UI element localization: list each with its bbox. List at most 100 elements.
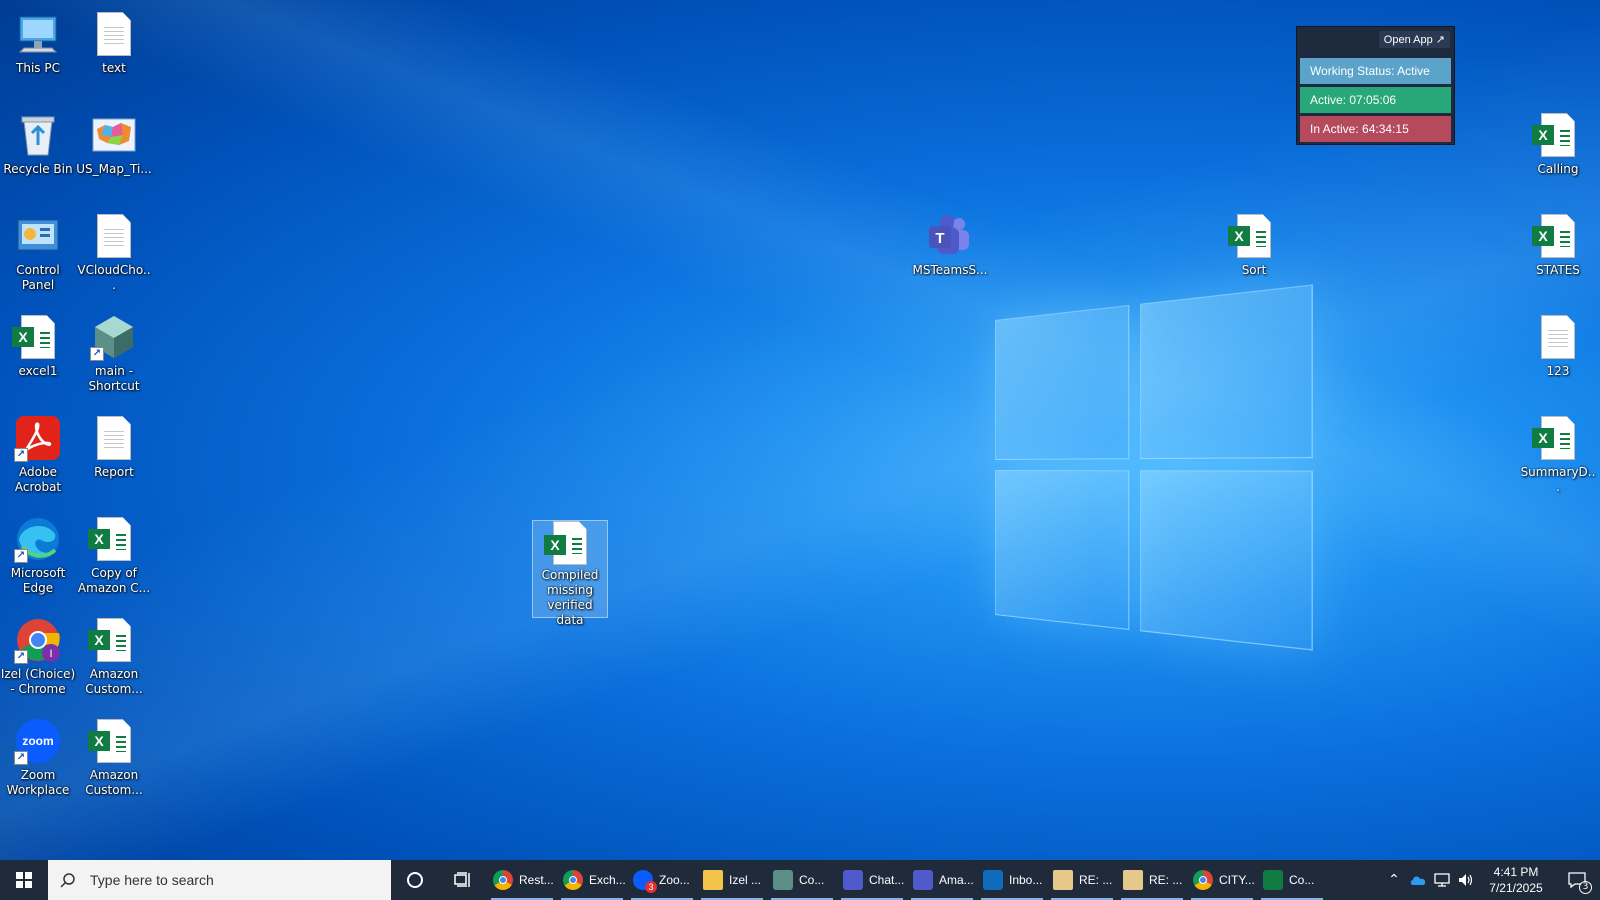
shortcut-arrow-icon: ↗	[14, 650, 28, 664]
desktop-icon-main-shortcut[interactable]: ↗ main - Shortcut	[76, 313, 152, 394]
taskbar-app-excel-co[interactable]: Co...	[1257, 860, 1327, 900]
desktop-icon-sort[interactable]: X Sort	[1216, 212, 1292, 278]
acrobat-icon: ↗	[14, 414, 62, 462]
desktop-icon-123[interactable]: 123	[1520, 313, 1596, 379]
open-app-button[interactable]: Open App ↗	[1378, 31, 1450, 48]
recycle-bin-icon	[14, 111, 62, 159]
excel-file-icon: X	[88, 616, 138, 664]
edge-icon: ↗	[14, 515, 62, 563]
mail-icon	[1053, 870, 1073, 890]
network-icon[interactable]	[1430, 860, 1454, 900]
taskbar-app-zoom[interactable]: 3 Zoo...	[627, 860, 697, 900]
volume-icon[interactable]	[1454, 860, 1478, 900]
desktop-icon-vcloud[interactable]: VCloudCho...	[76, 212, 152, 293]
taskbar-app-outlook-inbox[interactable]: Inbo...	[977, 860, 1047, 900]
desktop-icon-copy-of-amazon[interactable]: X Copy of Amazon C...	[76, 515, 152, 596]
desktop-icon-excel1[interactable]: X excel1	[0, 313, 76, 379]
working-status-row: Working Status: Active	[1300, 58, 1451, 84]
shortcut-arrow-icon: ↗	[14, 549, 28, 563]
excel-file-icon: X	[12, 313, 62, 361]
taskbar-app-co-1[interactable]: Co...	[767, 860, 837, 900]
zoom-badge: 3	[645, 881, 657, 893]
desktop-icon-adobe-acrobat[interactable]: ↗ Adobe Acrobat	[0, 414, 76, 495]
chrome-icon	[563, 870, 583, 890]
computer-icon	[14, 10, 62, 58]
desktop-icon-calling[interactable]: X Calling	[1520, 111, 1596, 177]
desktop-icon-text[interactable]: text	[76, 10, 152, 76]
taskbar-app-chrome-rest[interactable]: Rest...	[487, 860, 557, 900]
excel-file-icon: X	[88, 515, 138, 563]
desktop-icon-this-pc[interactable]: This PC	[0, 10, 76, 76]
text-file-icon	[1534, 313, 1582, 361]
desktop-icon-report[interactable]: Report	[76, 414, 152, 480]
desktop-icon-chrome-izel[interactable]: I ↗ Izel (Choice) - Chrome	[0, 616, 76, 697]
task-view-icon	[454, 872, 470, 887]
teams-icon	[843, 870, 863, 890]
text-file-icon	[90, 414, 138, 462]
cortana-button[interactable]	[391, 860, 439, 900]
taskbar-app-mail-re-2[interactable]: RE: ...	[1117, 860, 1187, 900]
desktop-icon-recycle-bin[interactable]: Recycle Bin	[0, 111, 76, 177]
desktop-icon-states[interactable]: X STATES	[1520, 212, 1596, 278]
excel-file-icon: X	[1532, 212, 1582, 260]
excel-file-icon: X	[1532, 414, 1582, 462]
text-file-icon	[90, 212, 138, 260]
windows-start-icon	[16, 872, 32, 888]
desktop-icon-control-panel[interactable]: Control Panel	[0, 212, 76, 293]
text-file-icon	[90, 10, 138, 58]
taskbar-app-teams-chat[interactable]: Chat...	[837, 860, 907, 900]
inactive-time-row: In Active: 64:34:15	[1300, 116, 1451, 142]
time-tracker-widget: Open App ↗ Working Status: Active Active…	[1296, 26, 1455, 145]
taskbar-app-folder-izel[interactable]: Izel ...	[697, 860, 767, 900]
teams-icon	[913, 870, 933, 890]
outlook-icon	[983, 870, 1003, 890]
start-button[interactable]	[0, 860, 48, 900]
desktop-icon-compiled-missing[interactable]: X Compiled missing verified data	[532, 520, 608, 627]
task-view-button[interactable]	[439, 860, 487, 900]
excel-icon	[1263, 870, 1283, 890]
svg-text:I: I	[49, 648, 52, 660]
taskbar-app-mail-re-1[interactable]: RE: ...	[1047, 860, 1117, 900]
search-icon	[60, 873, 75, 888]
control-panel-icon	[14, 212, 62, 260]
app-icon	[773, 870, 793, 890]
desktop-icon-amazon-custom-1[interactable]: X Amazon Custom...	[76, 616, 152, 697]
mail-icon	[1123, 870, 1143, 890]
folder-icon	[703, 870, 723, 890]
chrome-icon	[493, 870, 513, 890]
search-placeholder: Type here to search	[90, 872, 214, 888]
excel-file-icon: X	[1532, 111, 1582, 159]
map-image-icon	[90, 111, 138, 159]
desktop-icon-msteams[interactable]: T MSTeamsS...	[912, 212, 988, 278]
windows-logo-wallpaper	[995, 284, 1313, 651]
notification-count-badge: 3	[1579, 881, 1592, 894]
system-tray: ⌃ 4:41 PM 7/21/2025 3	[1382, 860, 1600, 900]
onedrive-cloud-icon[interactable]	[1406, 860, 1430, 900]
desktop-icon-zoom-workplace[interactable]: zoom ↗ Zoom Workplace	[0, 717, 76, 798]
chrome-icon: I ↗	[14, 616, 62, 664]
cortana-circle-icon	[407, 872, 423, 888]
excel-file-icon: X	[544, 521, 594, 565]
shortcut-arrow-icon: ↗	[14, 751, 28, 765]
taskbar-app-teams-ama[interactable]: Ama...	[907, 860, 977, 900]
desktop-icon-us-map[interactable]: US_Map_Ti...	[76, 111, 152, 177]
desktop-icon-summary[interactable]: X SummaryD...	[1520, 414, 1596, 495]
action-center-button[interactable]: 3	[1554, 860, 1600, 900]
taskbar-app-chrome-city[interactable]: CITY...	[1187, 860, 1257, 900]
taskbar-clock[interactable]: 4:41 PM 7/21/2025	[1478, 864, 1554, 896]
taskbar-app-chrome-exch[interactable]: Exch...	[557, 860, 627, 900]
zoom-icon: 3	[633, 870, 657, 893]
shortcut-arrow-icon: ↗	[14, 448, 28, 462]
desktop-icon-amazon-custom-2[interactable]: X Amazon Custom...	[76, 717, 152, 798]
excel-file-icon: X	[88, 717, 138, 765]
shortcut-arrow-icon: ↗	[90, 347, 104, 361]
clock-date: 7/21/2025	[1489, 881, 1543, 895]
taskbar-search-box[interactable]: Type here to search	[48, 860, 391, 900]
desktop-icon-microsoft-edge[interactable]: ↗ Microsoft Edge	[0, 515, 76, 596]
svg-text:T: T	[935, 230, 944, 247]
chevron-up-icon[interactable]: ⌃	[1382, 860, 1406, 900]
active-time-row: Active: 07:05:06	[1300, 87, 1451, 113]
chrome-icon	[1193, 870, 1213, 890]
zoom-icon: zoom ↗	[14, 717, 62, 765]
taskbar: Type here to search Rest... Exch... 3 Zo…	[0, 860, 1600, 900]
